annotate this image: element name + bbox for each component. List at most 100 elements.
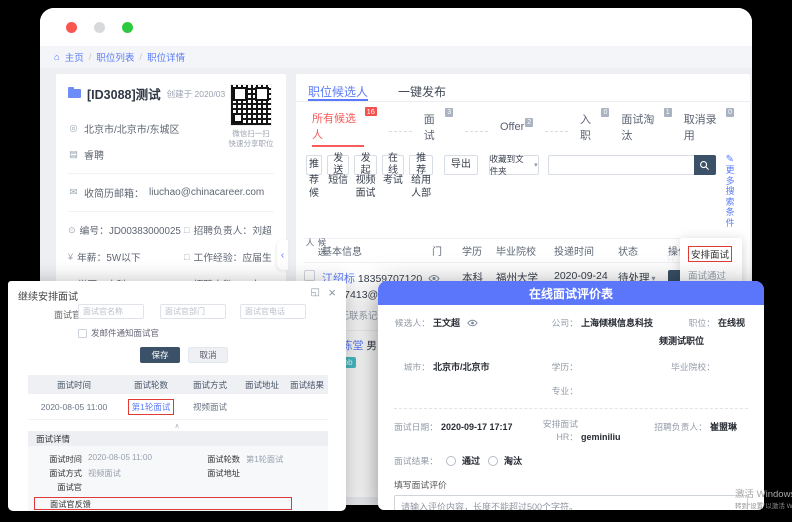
pencil-icon: ✎ bbox=[726, 155, 740, 165]
recruiting-owner: 崔盟琳 bbox=[710, 422, 737, 432]
interview-mode: 视频面试 bbox=[182, 401, 238, 413]
badge: 1 bbox=[664, 108, 672, 117]
stage-tab-all[interactable]: 所有候选人16 bbox=[312, 110, 377, 147]
stage-tab-onboard[interactable]: 入职0 bbox=[580, 111, 609, 146]
job-experience: 工作经验：应届生 bbox=[193, 250, 271, 264]
qr-caption: 微信扫一扫 快速分享职位 bbox=[220, 129, 282, 148]
interviewer-phone-input[interactable] bbox=[240, 304, 306, 319]
save-button[interactable]: 保存 bbox=[140, 347, 180, 363]
search-button[interactable] bbox=[694, 155, 716, 175]
result-fail-label[interactable]: 淘汰 bbox=[504, 454, 522, 467]
badge: 16 bbox=[365, 107, 377, 116]
column-degree: 学历 bbox=[462, 243, 496, 258]
round-link[interactable]: 第1轮面试 bbox=[128, 399, 175, 415]
windows-activation-watermark: 激活 Windows 转到“设置”以激活 Windows。 bbox=[735, 486, 792, 510]
job-title: [ID3088]测试 bbox=[87, 84, 161, 103]
interview-detail-title: 面试详情 bbox=[28, 431, 328, 446]
interview-hr: geminiliu bbox=[581, 432, 621, 442]
search-input[interactable] bbox=[548, 155, 694, 175]
row-checkbox[interactable] bbox=[304, 270, 315, 281]
eye-icon[interactable] bbox=[467, 319, 478, 327]
screen: ⌂ 主页 / 职位列表 / 职位详情 [ID3088]测试 创建于 2020/0… bbox=[0, 0, 792, 522]
interviewer-name-input[interactable] bbox=[78, 304, 144, 319]
stage-tabs: 所有候选人16 面试3 Offer2 入职0 面试淘汰1 取消录用0 bbox=[296, 102, 750, 153]
close-icon[interactable]: × bbox=[328, 285, 336, 300]
evaluation-comment-textarea[interactable] bbox=[394, 495, 748, 510]
star-icon[interactable]: ☆ bbox=[665, 250, 676, 264]
job-created-date: 创建于 2020/03 bbox=[167, 88, 226, 100]
more-search-filters[interactable]: ✎ 更多 搜索 条件 bbox=[726, 155, 740, 228]
checkbox-icon bbox=[78, 329, 87, 338]
job-salary: 年薪：5W以下 bbox=[77, 250, 141, 264]
breadcrumb-separator: / bbox=[89, 52, 92, 63]
home-icon[interactable]: ⌂ bbox=[54, 52, 60, 63]
window-titlebar bbox=[40, 8, 752, 46]
stage-tab-offer[interactable]: Offer2 bbox=[500, 121, 533, 136]
result-fail-radio[interactable] bbox=[488, 456, 498, 466]
online-exam-button[interactable]: 在线 考试 bbox=[382, 155, 404, 188]
resume-email-label: 收简历邮箱： bbox=[84, 185, 144, 200]
column-school: 毕业院校 bbox=[496, 243, 554, 258]
result-pass-radio[interactable] bbox=[446, 456, 456, 466]
cancel-button[interactable]: 取消 bbox=[188, 347, 228, 363]
interviewer-dept-input[interactable] bbox=[160, 304, 226, 319]
favorite-folder-select[interactable]: 收藏到文件夹 ▾ bbox=[489, 155, 539, 175]
minimize-window-button[interactable] bbox=[94, 22, 105, 33]
breadcrumb-separator: / bbox=[139, 52, 142, 63]
evaluation-modal-title: 在线面试评价表 bbox=[378, 281, 764, 305]
breadcrumb-home[interactable]: 主页 bbox=[65, 50, 84, 64]
search-icon bbox=[699, 160, 710, 171]
start-video-interview-button[interactable]: 发起 视频面试 bbox=[354, 155, 376, 200]
menu-item-schedule-interview[interactable]: 安排面试 bbox=[680, 243, 742, 265]
interviewer-feedback-highlight: 面试官反馈 bbox=[34, 497, 292, 510]
close-window-button[interactable] bbox=[66, 22, 77, 33]
result-pass-label[interactable]: 通过 bbox=[462, 454, 480, 467]
candidate-name: 王文超 bbox=[433, 318, 460, 328]
schedule-interview-modal: 继续安排面试 ◱ × 面试官 发邮件通知面试官 保存 取消 面试时间 面试轮数 … bbox=[8, 281, 346, 511]
qr-code bbox=[230, 84, 272, 126]
interview-rounds-table: 面试时间 面试轮数 面试方式 面试地址 面试结果 2020-08-05 11:0… bbox=[28, 375, 328, 420]
badge: 0 bbox=[726, 108, 734, 117]
job-id-icon: ⊙ bbox=[68, 225, 76, 236]
column-apply-date: 投递时间 bbox=[554, 243, 618, 258]
collapse-panel-handle[interactable]: ‹ bbox=[277, 240, 288, 270]
badge: 3 bbox=[445, 108, 453, 117]
interview-round-row: 2020-08-05 11:00 第1轮面试 视频面试 bbox=[28, 394, 328, 419]
salary-icon: ¥ bbox=[68, 252, 73, 262]
recommend-to-dept-button[interactable]: 推荐 给用人部 bbox=[409, 155, 433, 200]
stage-tab-cancelled[interactable]: 取消录用0 bbox=[684, 111, 734, 146]
mail-icon: ✉ bbox=[68, 187, 79, 198]
resume-email-value: liuchao@chinacareer.com bbox=[149, 187, 264, 198]
tab-one-click-publish[interactable]: 一键发布 bbox=[398, 83, 446, 101]
notify-interviewer-checkbox[interactable]: 发邮件通知面试官 bbox=[78, 327, 159, 339]
interview-time: 2020-08-05 11:00 bbox=[28, 402, 120, 412]
owner-icon: □ bbox=[184, 225, 189, 235]
company-name: 上海倾棋信息科技 bbox=[581, 318, 653, 328]
stage-tab-rejected[interactable]: 面试淘汰1 bbox=[621, 111, 671, 146]
popout-icon[interactable]: ◱ bbox=[311, 287, 320, 298]
interviewer-label: 面试官 bbox=[54, 308, 81, 321]
recommend-candidate-button[interactable]: 推 荐候 bbox=[306, 155, 322, 200]
candidates-toolbar: 推 荐候 发送 短信 发起 视频面试 在线 考试 bbox=[296, 153, 750, 228]
chevron-down-icon: ▾ bbox=[534, 161, 538, 169]
modal-title: 继续安排面试 bbox=[18, 288, 78, 303]
company-icon: ▤ bbox=[68, 149, 79, 160]
breadcrumb-job-list[interactable]: 职位列表 bbox=[96, 50, 134, 64]
column-dept-clipped: 门 bbox=[432, 243, 442, 258]
badge: 0 bbox=[601, 108, 609, 117]
column-basic-info: 基本信息门 bbox=[322, 243, 462, 258]
export-button[interactable]: 导出 bbox=[444, 155, 478, 175]
job-location: 北京市/北京市/东城区 bbox=[84, 121, 180, 136]
stage-tab-interview[interactable]: 面试3 bbox=[424, 111, 453, 146]
zoom-window-button[interactable] bbox=[122, 22, 133, 33]
badge: 2 bbox=[525, 118, 533, 127]
breadcrumb-job-detail: 职位详情 bbox=[147, 50, 185, 64]
tab-position-candidates[interactable]: 职位候选人 bbox=[308, 83, 368, 101]
column-status: 状态 bbox=[618, 243, 668, 258]
candidate-gender: 男 bbox=[366, 340, 377, 352]
send-sms-button[interactable]: 发送 短信 bbox=[327, 155, 349, 188]
job-owner: 招聘负责人：刘超 bbox=[193, 223, 271, 237]
interview-detail-panel: 面试详情 面试时间2020-08-05 11:00 面试轮数第1轮面试 面试方式… bbox=[28, 431, 328, 511]
collapse-icon[interactable]: ∧ bbox=[8, 422, 346, 430]
experience-icon: □ bbox=[184, 252, 189, 262]
